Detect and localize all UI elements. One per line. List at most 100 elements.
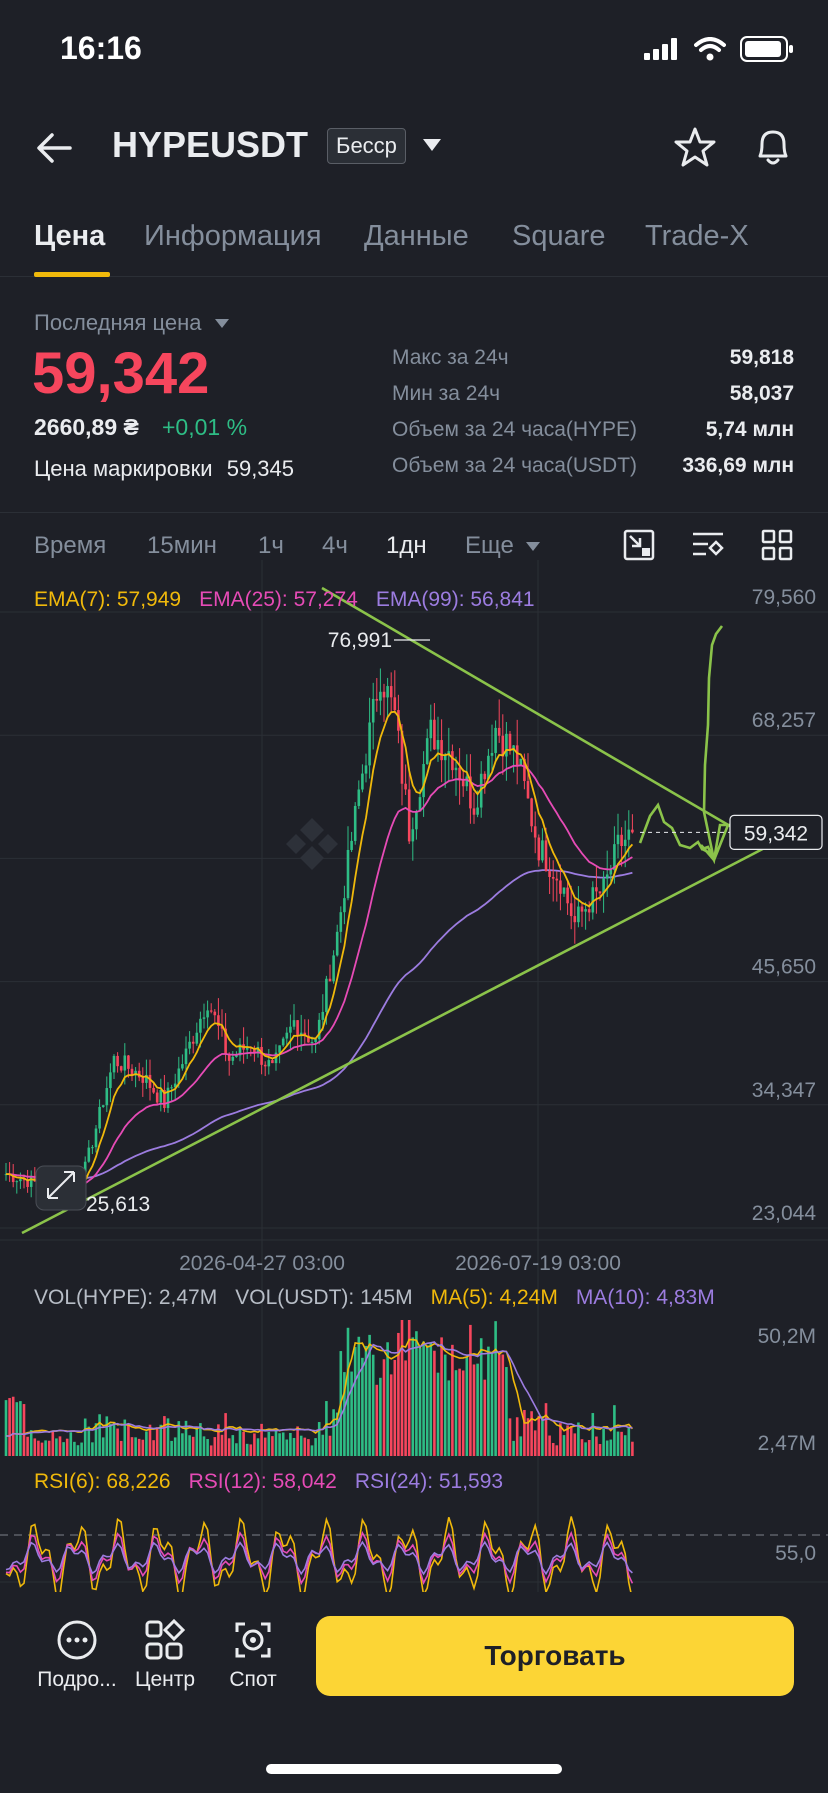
tab-price[interactable]: Цена	[34, 220, 105, 253]
volume-bar	[116, 1428, 119, 1456]
volume-bar	[44, 1440, 47, 1456]
nav-center[interactable]: Центр	[120, 1618, 210, 1692]
volume-bar	[361, 1357, 364, 1456]
volume-bar	[40, 1442, 44, 1456]
candle-body	[461, 780, 465, 787]
y-tick-label: 45,650	[752, 956, 816, 979]
volume-bar	[587, 1439, 591, 1456]
candle-body	[343, 898, 346, 913]
home-indicator	[266, 1764, 562, 1774]
volume-bar	[76, 1445, 80, 1456]
candles	[4, 668, 634, 1210]
volume-bar	[170, 1440, 173, 1456]
candle-body	[281, 1038, 285, 1046]
expand-button	[35, 1165, 87, 1211]
candle-body	[285, 1032, 289, 1039]
chevron-down-icon[interactable]	[422, 138, 442, 152]
candle-body	[289, 1026, 292, 1033]
y-tick-label: 68,257	[752, 709, 816, 732]
candle-body	[584, 909, 587, 912]
indicator-settings-icon[interactable]	[690, 528, 726, 562]
volume-bar	[497, 1354, 501, 1456]
volume-bar	[256, 1438, 260, 1456]
volume-bar	[382, 1359, 386, 1456]
watermark-logo	[286, 818, 338, 870]
nav-spot[interactable]: Спот	[208, 1618, 298, 1692]
stat-low-value: 58,037	[729, 382, 794, 405]
candle-body	[551, 876, 555, 879]
volume-bar	[440, 1337, 443, 1456]
volume-bar	[83, 1418, 87, 1456]
price-chart[interactable]: 79,560 68,257 45,650 34,347 23,044 2026-04-27…	[0, 560, 828, 1592]
candle-body	[623, 839, 627, 847]
tab-info[interactable]: Информация	[144, 220, 322, 253]
volume-bar	[451, 1344, 454, 1456]
candle-body	[119, 1066, 123, 1071]
volume-bar	[393, 1359, 397, 1456]
volume-bar	[8, 1398, 11, 1456]
volume-bar	[112, 1421, 116, 1456]
candle-body	[310, 1041, 314, 1043]
candle-body	[429, 719, 433, 739]
depth-toggle-icon[interactable]	[622, 528, 656, 562]
back-arrow-icon[interactable]	[34, 128, 74, 168]
volume-bar	[353, 1347, 357, 1456]
tf-4h[interactable]: 4ч	[322, 532, 348, 560]
volume-bar	[37, 1440, 40, 1456]
mark-price-label: Цена маркировки	[34, 456, 213, 481]
volume-bar	[299, 1435, 303, 1456]
tf-more[interactable]: Еще	[465, 532, 541, 560]
last-price-dropdown[interactable]: Последняя цена	[34, 310, 230, 336]
volume-bar	[598, 1444, 602, 1456]
tab-square[interactable]: Square	[512, 220, 606, 253]
tf-1d[interactable]: 1дн	[386, 532, 427, 560]
candle-body	[530, 798, 533, 827]
volume-bar	[278, 1433, 281, 1456]
tf-time[interactable]: Время	[34, 532, 106, 560]
candle-body	[231, 1056, 235, 1061]
tf-1h[interactable]: 1ч	[258, 532, 284, 560]
stat-vol-usdt-value: 336,69 млн	[682, 454, 794, 477]
volume-bar	[613, 1405, 616, 1456]
candle-body	[382, 691, 386, 698]
volume-bar	[436, 1372, 440, 1456]
vol-usdt-label: VOL(USDT): 145M	[235, 1286, 412, 1309]
candle-body	[321, 1011, 325, 1020]
volume-bar	[173, 1437, 177, 1456]
divider	[0, 512, 828, 513]
candle-body	[116, 1055, 119, 1067]
volume-bar	[62, 1442, 65, 1456]
candle-body	[346, 849, 350, 899]
volume-bar	[605, 1440, 609, 1456]
volume-bar	[443, 1354, 447, 1456]
shapes-icon	[145, 1618, 186, 1660]
spot-icon	[235, 1622, 271, 1658]
trade-button[interactable]: Торговать	[316, 1616, 794, 1696]
volume-bar	[371, 1354, 375, 1456]
perpetual-badge: Бесср	[327, 128, 406, 164]
volume-bar	[461, 1370, 465, 1456]
grid-layout-icon[interactable]	[760, 528, 794, 562]
star-icon[interactable]	[674, 126, 716, 168]
more-dots-icon	[57, 1620, 97, 1660]
tab-tradex[interactable]: Trade-X	[645, 220, 749, 253]
candle-body	[296, 1020, 299, 1036]
volume-bar	[47, 1440, 51, 1456]
nav-details[interactable]: Подро...	[32, 1618, 122, 1692]
tab-data[interactable]: Данные	[364, 220, 469, 253]
volume-bar	[155, 1427, 159, 1456]
volume-bar	[58, 1436, 62, 1456]
candle-body	[127, 1055, 130, 1069]
volume-bar	[389, 1374, 393, 1456]
volume-bar	[253, 1433, 256, 1456]
volume-bar	[609, 1439, 613, 1456]
candle-body	[544, 840, 548, 872]
tf-more-label: Еще	[465, 532, 514, 559]
tf-15m[interactable]: 15мин	[147, 532, 217, 560]
volume-bar	[263, 1437, 267, 1456]
volume-bar	[91, 1442, 94, 1456]
candle-body	[361, 773, 364, 790]
volume-bar	[602, 1428, 605, 1456]
pair-title[interactable]: HYPEUSDT	[112, 124, 308, 166]
bell-icon[interactable]	[752, 126, 794, 168]
